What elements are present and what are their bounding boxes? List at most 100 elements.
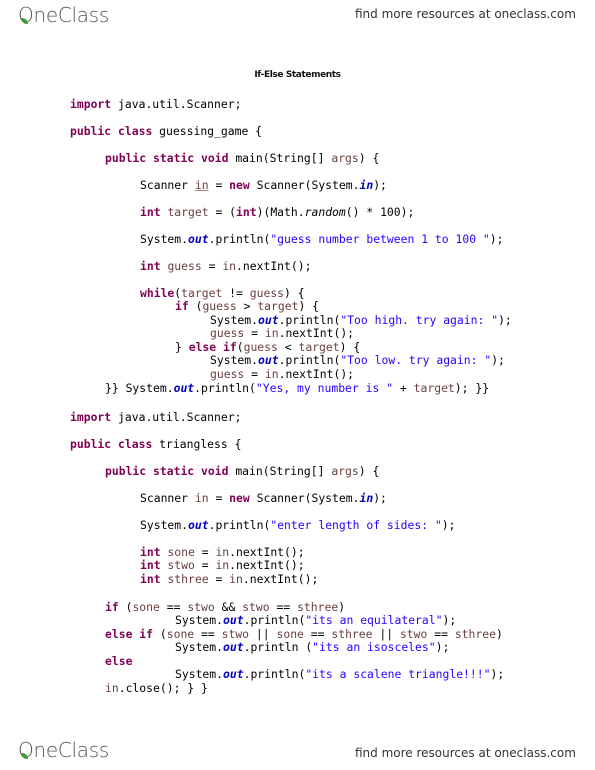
kw-class: class [118,437,153,451]
footer-tagline-link[interactable]: find more resources at oneclass.com [355,746,576,760]
string-literal: "enter length of sides: " [270,518,442,532]
code-text: ); [442,613,457,627]
code-text: java.util.Scanner; [111,97,242,111]
code-line: int sthree = in.nextInt(); [140,573,318,586]
kw-int: int [140,572,161,586]
code-text: System. [125,381,174,395]
var-stwo: stwo [399,627,428,641]
kw-int: int [140,545,161,559]
kw-int: int [140,205,161,219]
var-in: in [194,491,209,505]
var-in: in [222,259,237,273]
kw-while: while [140,286,175,300]
kw-public: public [70,124,112,138]
code-text: ) { [284,286,305,300]
code-text: main(String[] [228,151,332,165]
kw-else: else [105,654,133,668]
var-stwo: stwo [187,600,215,614]
code-text: } [175,340,189,354]
document-title: If-Else Statements [254,70,341,80]
oneclass-logo-footer[interactable]: OneClass [18,738,109,762]
kw-new: new [229,491,250,505]
code-text: = [208,572,230,586]
code-line: public static void main(String[] args) { [105,152,379,165]
code-text: .println( [208,232,271,246]
code-text: ) { [298,299,320,313]
code-text: }} [105,381,126,395]
var-in: in [215,545,230,559]
code-text: System. [175,640,224,654]
code-text: = [201,259,223,273]
code-line: public static void main(String[] args) { [105,465,379,478]
code-line: }} System.out.println("Yes, my number is… [105,382,489,395]
field-out: out [173,381,195,395]
string-literal: "Too low. try again: " [340,353,492,367]
kw-static: static [153,151,195,165]
code-text: () * 100); [345,205,415,219]
code-line: int stwo = in.nextInt(); [140,559,305,572]
code-line: System.out.println("its an equilateral")… [175,614,456,627]
string-literal: "its an equilateral" [305,613,443,627]
code-text: < [277,340,299,354]
code-text: ); }} [454,381,490,395]
code-text: main(String[] [228,464,332,478]
kw-public: public [105,464,147,478]
code-line: System.out.println("guess number between… [140,233,504,246]
var-target: target [413,381,455,395]
code-text: = ( [208,205,237,219]
field-out: out [223,613,244,627]
code-text: ); [373,491,387,505]
code-text: Scanner(System. [249,178,360,192]
kw-static: static [153,464,195,478]
kw-public: public [105,151,147,165]
code-text: ); [373,178,387,192]
var-guess: guess [210,326,245,340]
code-line: guess = in.nextInt(); [210,368,354,381]
code-text: .nextInt(); [242,572,319,586]
code-text: .println( [243,613,306,627]
method-random: random [304,205,346,219]
var-guess: guess [167,259,202,273]
var-guess: guess [210,367,245,381]
code-text: == [427,627,455,641]
kw-else: else [188,340,217,354]
code-text: .close(); } } [118,681,208,695]
code-text: ); [489,232,504,246]
header-tagline-link[interactable]: find more resources at oneclass.com [355,7,576,21]
oneclass-logo-header[interactable]: OneClass [18,3,109,27]
code-text: .println( [243,667,306,681]
code-line: int guess = in.nextInt(); [140,260,311,273]
var-sone: sone [276,627,304,641]
var-sone: sone [132,600,160,614]
kw-int: int [236,205,257,219]
string-literal: "Too high. try again: " [340,313,499,327]
field-out: out [258,353,279,367]
kw-class: class [118,124,153,138]
var-target: target [257,299,299,313]
code-text: ( [153,627,167,641]
field-out: out [188,232,209,246]
code-text: = [208,178,230,192]
code-text: > [236,299,258,313]
var-stwo: stwo [167,558,195,572]
field-in: in [359,491,374,505]
code-text: ) { [358,464,380,478]
string-literal: "its an isosceles" [312,640,436,654]
code-text: Scanner [140,178,195,192]
code-text: ); [441,518,456,532]
code-text: Scanner(System. [249,491,360,505]
code-text: ); [490,667,505,681]
class-name: guessing_game { [152,124,263,138]
code-text: System. [210,353,259,367]
var-sthree: sthree [454,627,496,641]
code-line: in.close(); } } [105,682,208,695]
kw-import: import [70,410,112,424]
code-text: ) { [358,151,380,165]
code-text: && [214,600,243,614]
var-target: target [167,205,209,219]
logo-text: OneClass [18,738,109,762]
var-target: target [298,340,340,354]
code-text: System. [140,232,189,246]
code-text: = [244,367,265,381]
kw-int: int [140,558,161,572]
